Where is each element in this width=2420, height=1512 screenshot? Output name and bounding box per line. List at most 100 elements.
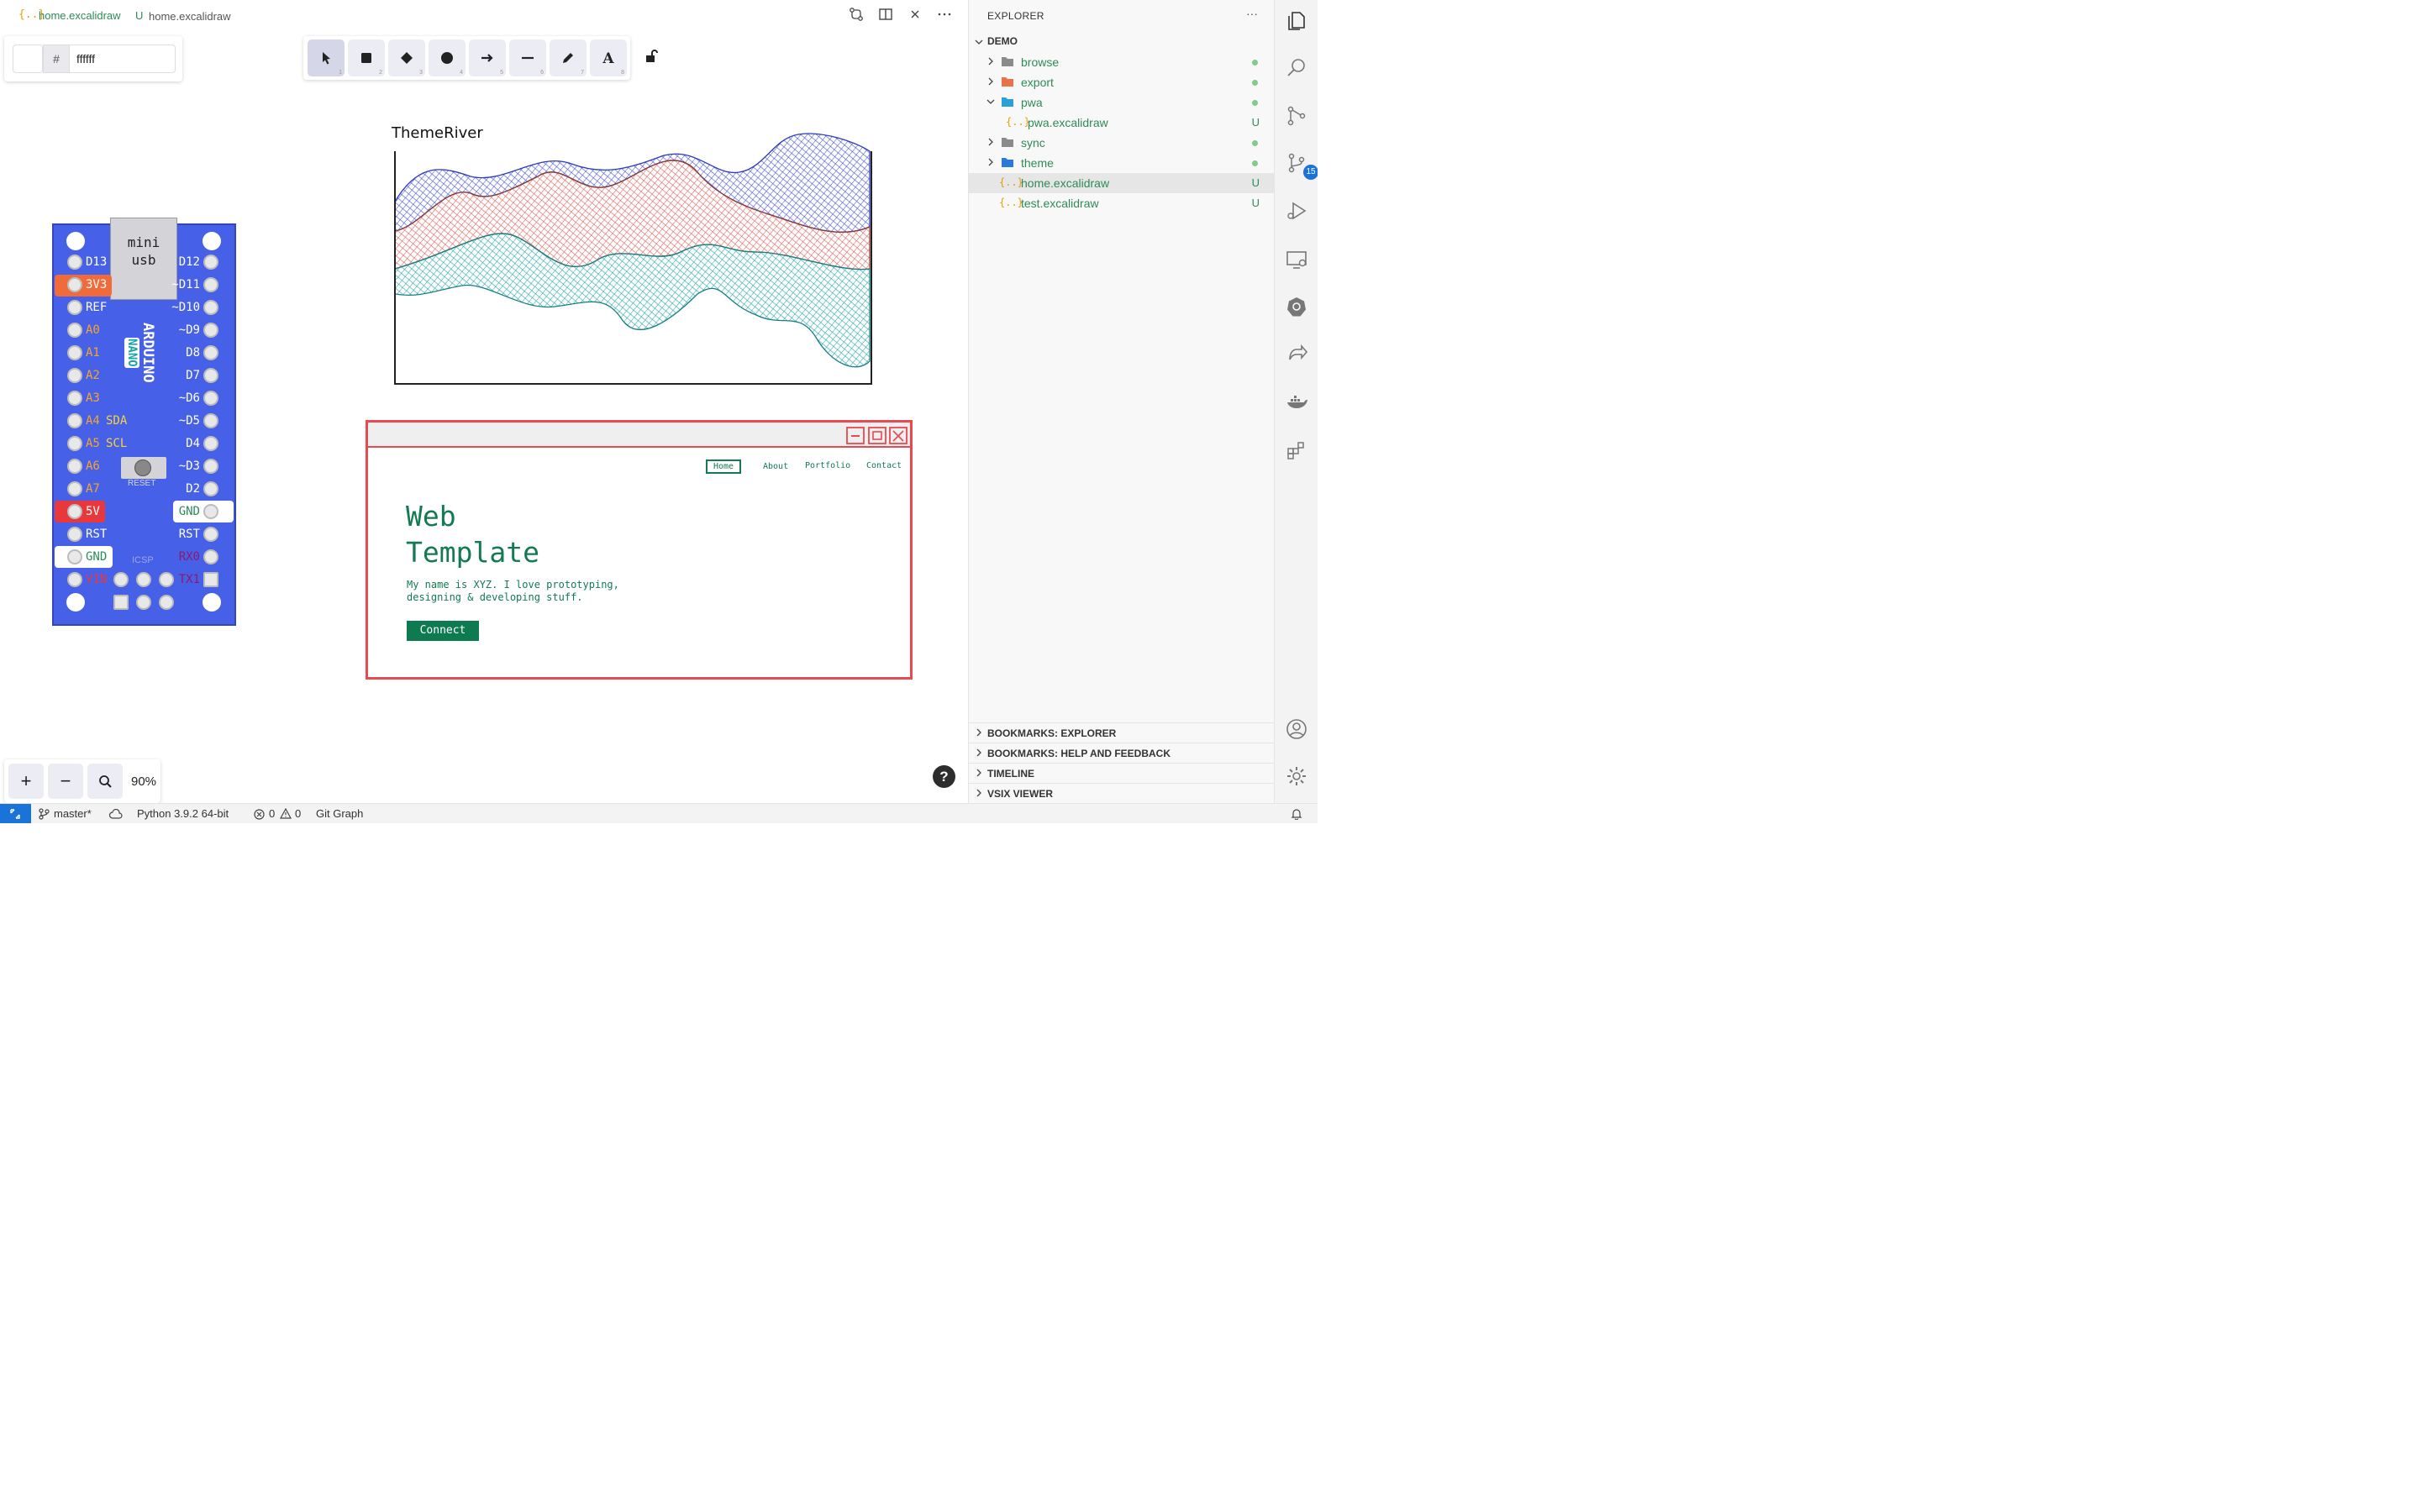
tree-item-pwa-excalidraw[interactable]: {..} pwa.excalidraw U <box>969 113 1275 133</box>
tree-item-browse[interactable]: browse <box>969 52 1275 72</box>
tree-item-label: test.excalidraw <box>1021 197 1099 210</box>
mount-hole <box>66 593 85 612</box>
close-icon[interactable] <box>906 7 924 25</box>
color-swatch[interactable] <box>13 45 43 73</box>
git-status-dot <box>1252 160 1258 166</box>
source-tree-icon[interactable] <box>1285 104 1308 128</box>
zoom-out-button[interactable]: − <box>48 764 83 799</box>
window-controls-icon <box>846 427 908 444</box>
more-actions-icon[interactable] <box>935 7 954 25</box>
tree-item-pwa[interactable]: pwa <box>969 92 1275 113</box>
section-vsix-viewer[interactable]: VSIX VIEWER <box>969 783 1275 803</box>
help-button[interactable]: ? <box>933 765 955 788</box>
git-branch[interactable]: master* <box>54 807 92 820</box>
pin-hole <box>203 413 218 428</box>
section-bookmarks-explorer[interactable]: BOOKMARKS: EXPLORER <box>969 722 1275 743</box>
run-debug-icon[interactable] <box>1285 199 1308 223</box>
workspace-root[interactable]: DEMO <box>987 35 1018 47</box>
arrow-tool-button[interactable]: 5 <box>469 39 506 76</box>
text-tool-button[interactable]: A 8 <box>590 39 627 76</box>
folder-open-icon <box>1002 97 1013 107</box>
files-icon[interactable] <box>1285 9 1308 33</box>
tree-item-test-excalidraw[interactable]: {..} test.excalidraw U <box>969 193 1275 213</box>
warning-count[interactable]: 0 <box>295 807 301 820</box>
pin-alt-label: SCL <box>106 437 128 450</box>
nav-contact[interactable]: Contact <box>866 461 902 470</box>
lock-icon[interactable] <box>644 49 659 68</box>
sync-cloud-icon[interactable] <box>109 809 123 819</box>
pin-hole <box>203 504 218 519</box>
svg-text:A: A <box>602 50 614 66</box>
line-tool-button[interactable]: 6 <box>509 39 546 76</box>
nav-about[interactable]: About <box>763 462 788 471</box>
diamond-tool-button[interactable]: 3 <box>388 39 425 76</box>
nav-portfolio[interactable]: Portfolio <box>805 461 850 470</box>
git-status-untracked: U <box>1251 197 1260 209</box>
reset-button[interactable] <box>121 457 166 479</box>
remote-explorer-icon[interactable] <box>1285 248 1308 271</box>
pin-label-right: ~D5 <box>178 414 200 428</box>
pin-label-right: ~D3 <box>178 459 200 473</box>
pin-label-left: A0 <box>86 323 100 337</box>
error-count[interactable]: 0 <box>269 807 275 820</box>
pin-hole <box>67 436 82 451</box>
selection-tool-button[interactable]: 1 <box>308 39 345 76</box>
rectangle-tool-button[interactable]: 2 <box>348 39 385 76</box>
live-share-icon[interactable] <box>1285 343 1308 366</box>
tree-item-export[interactable]: export <box>969 72 1275 92</box>
git-status-dot <box>1252 140 1258 146</box>
pin-label-left: REF <box>86 301 108 314</box>
section-timeline[interactable]: TIMELINE <box>969 763 1275 783</box>
scm-badge: 15 <box>1303 165 1318 180</box>
pin-hole <box>67 504 82 519</box>
web-template-mockup[interactable]: Home About Portfolio Contact Web Templat… <box>366 420 913 680</box>
search-icon[interactable] <box>1285 56 1308 80</box>
draw-tool-button[interactable]: 7 <box>550 39 587 76</box>
mount-hole <box>66 232 85 250</box>
tree-item-label: export <box>1021 76 1054 89</box>
kubernetes-icon[interactable] <box>1285 295 1308 318</box>
pin-hole <box>67 527 82 542</box>
section-bookmarks-help[interactable]: BOOKMARKS: HELP AND FEEDBACK <box>969 743 1275 763</box>
color-hex-input[interactable]: ffffff <box>70 45 176 73</box>
settings-gear-icon[interactable] <box>1285 764 1308 788</box>
pin-label-left: VIN <box>86 573 108 586</box>
tab-title[interactable]: home.excalidraw <box>39 9 121 22</box>
json-file-icon: {..} <box>999 197 1023 208</box>
remote-indicator[interactable] <box>0 804 31 823</box>
json-file-icon: {..} <box>1006 116 1030 128</box>
git-status-dot <box>1252 60 1258 66</box>
tree-item-home-excalidraw[interactable]: {..} home.excalidraw U <box>969 173 1275 193</box>
mount-hole <box>203 232 221 250</box>
ellipse-tool-button[interactable]: 4 <box>429 39 466 76</box>
pin-hole <box>203 368 218 383</box>
nav-home[interactable]: Home <box>706 459 742 474</box>
notifications-bell-icon[interactable] <box>1291 808 1302 820</box>
python-interpreter[interactable]: Python 3.9.2 64-bit <box>137 807 229 820</box>
explorer-sidebar: EXPLORER ··· DEMO browse export pwa {..} pwa… <box>968 0 1275 803</box>
tree-item-sync[interactable]: sync <box>969 133 1275 153</box>
template-desc-line2: designing & developing stuff. <box>407 591 583 603</box>
extensions-icon[interactable] <box>1285 438 1308 462</box>
tree-item-theme[interactable]: theme <box>969 153 1275 173</box>
zoom-in-button[interactable]: + <box>8 764 44 799</box>
chevron-down-icon[interactable] <box>974 37 984 47</box>
open-changes-icon[interactable] <box>847 7 865 25</box>
themeriver-drawing[interactable] <box>387 126 882 395</box>
git-graph-button[interactable]: Git Graph <box>316 807 363 820</box>
reset-label: RESET <box>128 479 156 488</box>
explorer-more-icon[interactable]: ··· <box>1246 7 1258 20</box>
pin-hole <box>203 255 218 270</box>
pin-label-right: ~D6 <box>178 391 200 405</box>
split-editor-icon[interactable] <box>876 7 895 25</box>
account-icon[interactable] <box>1285 717 1308 741</box>
template-title-line2: Template <box>406 536 539 569</box>
connect-button[interactable]: Connect <box>407 621 479 641</box>
pin-hole <box>67 459 82 474</box>
tab-path: home.excalidraw <box>149 10 231 23</box>
zoom-controls: + − 90% <box>4 759 160 803</box>
reset-zoom-button[interactable] <box>87 764 123 799</box>
cursor-icon <box>323 52 330 65</box>
docker-icon[interactable] <box>1285 391 1308 414</box>
usb-label-line2: usb <box>131 252 156 268</box>
